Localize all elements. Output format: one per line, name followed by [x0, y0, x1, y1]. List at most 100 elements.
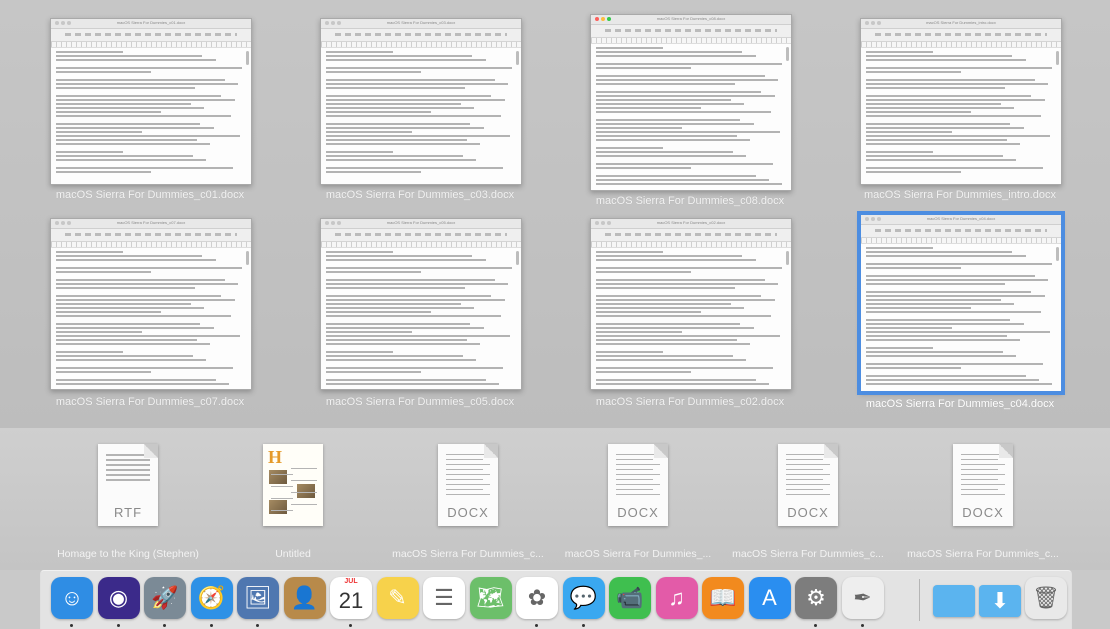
messages-icon[interactable]: 💬	[562, 577, 605, 619]
app-store-icon[interactable]: A	[748, 577, 791, 619]
desktop-file-icon[interactable]: DOCX	[945, 444, 1021, 544]
reminders-icon[interactable]: ☰	[423, 577, 465, 619]
window-label[interactable]: macOS Sierra For Dummies_c04.docx	[840, 398, 1080, 410]
dock: ☺ ◉ 🚀 🧭 🖼 👤 JUL 21 ✎ ☰ 🗺 ✿ 💬 📹 ♫ 📖 A ⚙ ✒ ⬇ 🗑	[40, 570, 1072, 629]
system-preferences-icon[interactable]: ⚙	[795, 577, 837, 619]
desktop-file-icon[interactable]: H	[255, 444, 331, 544]
window-toolbar	[591, 25, 791, 38]
document-icon: DOCX	[438, 444, 498, 526]
window-label[interactable]: macOS Sierra For Dummies_c05.docx	[300, 396, 540, 408]
desktop-file-label[interactable]: macOS Sierra For Dummies_c...	[903, 548, 1063, 560]
document-text-preview	[321, 48, 521, 184]
photo-thumbnail	[269, 470, 287, 484]
window-toolbar	[321, 229, 521, 242]
preview-icon[interactable]: 🖼	[237, 577, 279, 619]
downloads-folder-icon[interactable]: ⬇	[979, 585, 1021, 617]
running-indicator	[814, 624, 817, 627]
document-window[interactable]: macOS Sierra For Dummies_c04.docx	[860, 214, 1062, 392]
desktop-file-label[interactable]: macOS Sierra For Dummies_...	[558, 548, 718, 560]
running-indicator	[535, 624, 538, 627]
desktop-file-label[interactable]: macOS Sierra For Dummies_c...	[728, 548, 888, 560]
siri-icon[interactable]: ◉	[97, 577, 140, 619]
document-text-preview	[51, 248, 251, 389]
document-icon: DOCX	[778, 444, 838, 526]
calendar-day: 21	[338, 588, 364, 613]
photo-thumbnail	[297, 484, 315, 498]
window-toolbar	[591, 229, 791, 242]
document-text-preview	[51, 48, 251, 184]
document-icon: DOCX	[608, 444, 668, 526]
window-title: macOS Sierra For Dummies_c04.docx	[926, 216, 996, 221]
facetime-icon[interactable]: 📹	[609, 577, 651, 619]
window-label[interactable]: macOS Sierra For Dummies_c02.docx	[570, 396, 810, 408]
window-toolbar	[861, 225, 1061, 238]
window-titlebar: macOS Sierra For Dummies_c01.docx	[51, 19, 251, 29]
document-window[interactable]: macOS Sierra For Dummies_c03.docx	[320, 18, 522, 185]
document-text-preview	[861, 244, 1061, 391]
trash-icon[interactable]: 🗑	[1025, 577, 1067, 619]
window-toolbar	[861, 29, 1061, 42]
textedit-icon[interactable]: ✒	[841, 577, 884, 619]
running-indicator	[116, 624, 120, 627]
folder-icon[interactable]	[933, 585, 975, 617]
desktop-area: RTF Homage to the King (Stephen) H Untitled…	[0, 428, 1110, 570]
window-titlebar: macOS Sierra For Dummies_c08.docx	[591, 15, 791, 25]
window-title: macOS Sierra For Dummies_c02.docx	[656, 220, 726, 225]
calendar-month: JUL	[344, 578, 358, 585]
file-extension-label: DOCX	[447, 505, 489, 520]
maps-icon[interactable]: 🗺	[469, 577, 512, 619]
window-title: macOS Sierra For Dummies_c07.docx	[116, 220, 186, 225]
window-titlebar: macOS Sierra For Dummies_c07.docx	[51, 219, 251, 229]
running-indicator	[256, 624, 259, 627]
window-title: macOS Sierra For Dummies_c08.docx	[656, 16, 726, 21]
page-thumbnail: H	[263, 444, 323, 526]
calendar-icon[interactable]: JUL 21	[330, 577, 372, 619]
desktop-file-icon[interactable]: RTF	[90, 444, 166, 544]
document-window[interactable]: macOS Sierra For Dummies_c07.docx	[50, 218, 252, 390]
file-extension-label: DOCX	[962, 505, 1004, 520]
contacts-icon[interactable]: 👤	[283, 577, 326, 619]
document-text-preview	[321, 248, 521, 389]
safari-icon[interactable]: 🧭	[190, 577, 233, 619]
window-label[interactable]: macOS Sierra For Dummies_c07.docx	[30, 396, 270, 408]
document-window[interactable]: macOS Sierra For Dummies_intro.docx	[860, 18, 1062, 185]
window-label[interactable]: macOS Sierra For Dummies_c03.docx	[300, 189, 540, 201]
desktop-file-label[interactable]: macOS Sierra For Dummies_c...	[388, 548, 548, 560]
mission-control-expose: macOS Sierra For Dummies_c01.docx macOS S…	[0, 0, 1110, 428]
launchpad-icon[interactable]: 🚀	[144, 577, 186, 619]
window-label[interactable]: macOS Sierra For Dummies_c08.docx	[570, 195, 810, 207]
ibooks-icon[interactable]: 📖	[702, 577, 744, 619]
desktop-file-label[interactable]: Untitled	[213, 548, 373, 560]
desktop-file-icon[interactable]: DOCX	[770, 444, 846, 544]
document-window[interactable]: macOS Sierra For Dummies_c08.docx	[590, 14, 792, 191]
running-indicator	[209, 624, 213, 627]
running-indicator	[70, 624, 73, 627]
document-text-preview	[591, 44, 791, 190]
drop-cap-letter: H	[268, 447, 283, 467]
itunes-icon[interactable]: ♫	[655, 577, 698, 619]
window-label[interactable]: macOS Sierra For Dummies_c01.docx	[30, 189, 270, 201]
window-label[interactable]: macOS Sierra For Dummies_intro.docx	[840, 189, 1080, 201]
window-titlebar: macOS Sierra For Dummies_c05.docx	[321, 219, 521, 229]
running-indicator	[581, 624, 585, 627]
document-window[interactable]: macOS Sierra For Dummies_c02.docx	[590, 218, 792, 390]
document-icon: DOCX	[953, 444, 1013, 526]
document-window[interactable]: macOS Sierra For Dummies_c01.docx	[50, 18, 252, 185]
desktop-file-icon[interactable]: DOCX	[600, 444, 676, 544]
window-title: macOS Sierra For Dummies_c03.docx	[386, 20, 456, 25]
document-text-preview	[591, 248, 791, 389]
desktop-file-label[interactable]: Homage to the King (Stephen)	[48, 548, 208, 560]
window-title: macOS Sierra For Dummies_c01.docx	[116, 20, 186, 25]
window-title: macOS Sierra For Dummies_intro.docx	[926, 20, 996, 25]
desktop-file-icon[interactable]: DOCX	[430, 444, 506, 544]
running-indicator	[163, 624, 166, 627]
window-toolbar	[51, 29, 251, 42]
document-window[interactable]: macOS Sierra For Dummies_c05.docx	[320, 218, 522, 390]
window-titlebar: macOS Sierra For Dummies_c03.docx	[321, 19, 521, 29]
notes-icon[interactable]: ✎	[376, 577, 419, 619]
window-title: macOS Sierra For Dummies_c05.docx	[386, 220, 456, 225]
photos-icon[interactable]: ✿	[516, 577, 558, 619]
running-indicator	[349, 624, 352, 627]
document-text-preview	[861, 48, 1061, 184]
finder-icon[interactable]: ☺	[51, 577, 93, 619]
